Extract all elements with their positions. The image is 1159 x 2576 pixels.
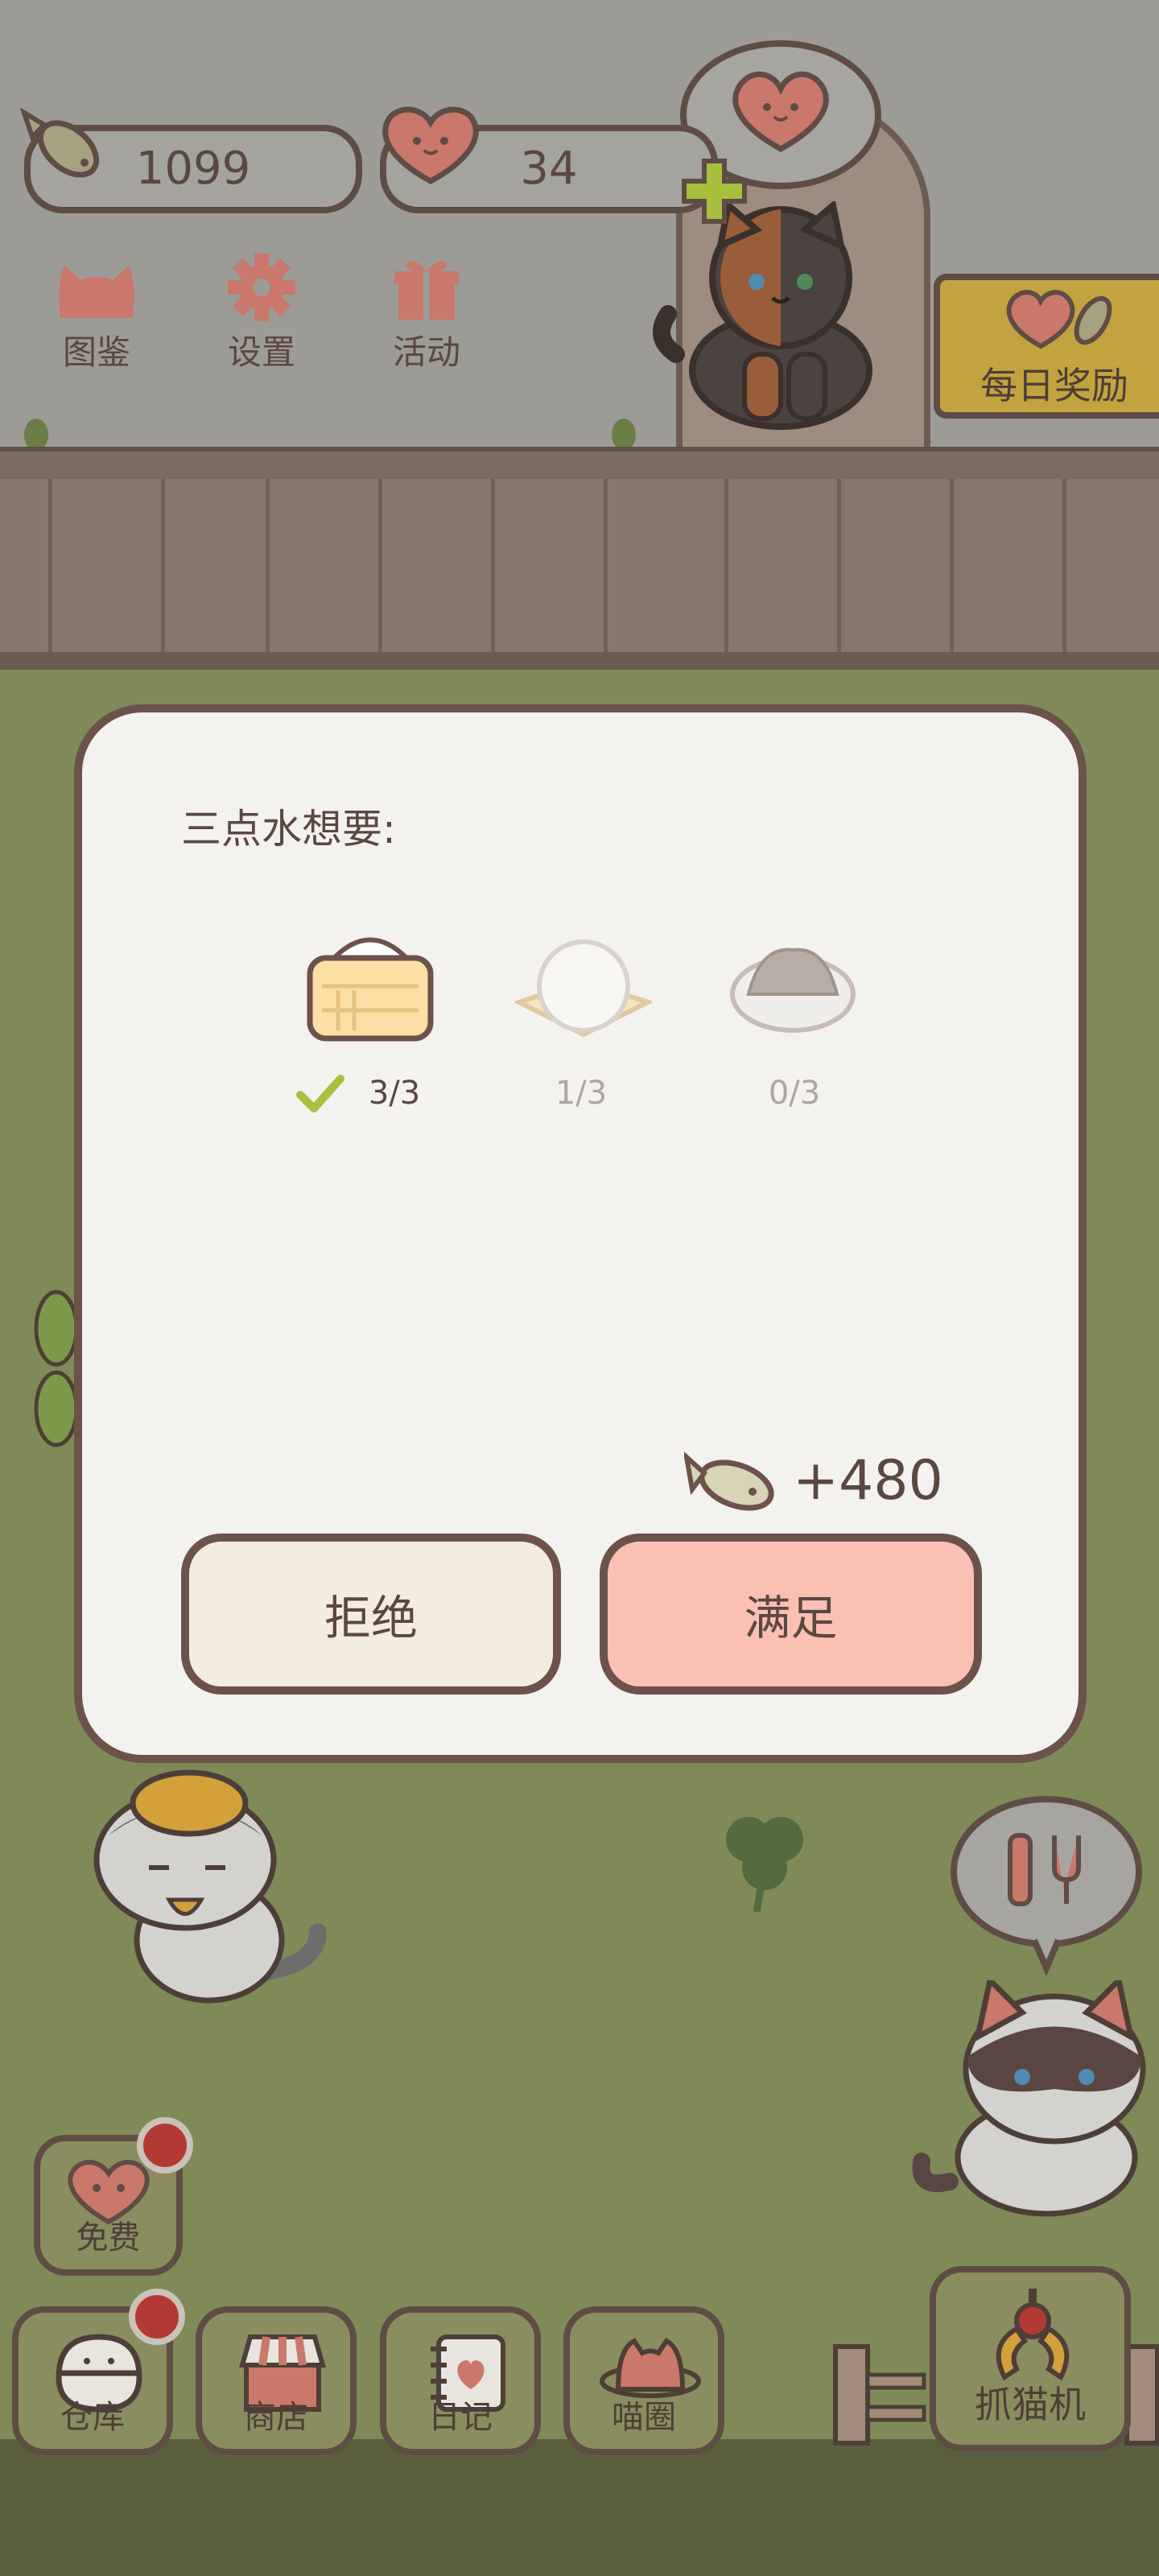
claw-machine-label: 抓猫机 — [975, 2383, 1086, 2426]
cat-book-icon — [59, 266, 134, 318]
reject-button[interactable]: 拒绝 — [181, 1534, 561, 1695]
gear-icon — [228, 254, 295, 321]
reward-amount: +480 — [793, 1449, 943, 1513]
nav-diary[interactable]: 日记 — [380, 2306, 541, 2455]
rice-cake-icon — [515, 939, 652, 1038]
daily-reward-banner[interactable]: 每日奖励 — [934, 274, 1159, 419]
steamed-bun-basket-icon — [307, 937, 434, 1042]
nav-label: 喵圈 — [612, 2399, 676, 2436]
nav-cat-circle[interactable]: 喵圈 — [563, 2306, 724, 2455]
menu-label: 活动 — [392, 332, 460, 372]
claw-machine-button[interactable]: 抓猫机 — [930, 2266, 1131, 2451]
menu-label: 设置 — [227, 332, 295, 372]
request-title: 三点水想要: — [181, 806, 396, 852]
nav-label: 商店 — [244, 2399, 308, 2436]
nav-label: 仓库 — [60, 2399, 125, 2436]
leafy-plant — [34, 1290, 79, 1447]
item-progress: 0/3 — [768, 1075, 821, 1112]
heart-face-icon — [732, 71, 829, 152]
notification-badge — [137, 2117, 193, 2174]
free-label: 免费 — [76, 2219, 141, 2256]
notification-badge — [129, 2289, 185, 2345]
grass-tuft — [24, 419, 48, 451]
gift-icon — [394, 260, 459, 320]
menu-label: 图鉴 — [62, 332, 130, 372]
heart-and-fish-icon — [1006, 290, 1112, 349]
food-thought-bubble — [951, 1796, 1142, 1976]
daily-reward-label: 每日奖励 — [980, 364, 1128, 407]
add-hearts-button[interactable] — [680, 157, 749, 225]
menu-settings[interactable]: 设置 — [205, 254, 318, 374]
fish-icon — [20, 107, 100, 178]
clover-decoration — [726, 1817, 803, 1913]
siamese-cat-sprite[interactable] — [901, 1980, 1159, 2222]
wooden-fence — [0, 479, 1159, 664]
menu-events[interactable]: 活动 — [370, 254, 483, 374]
nav-label: 日记 — [428, 2399, 493, 2436]
calico-cat-sprite[interactable] — [644, 201, 901, 435]
dirt-ground — [0, 2439, 1159, 2576]
nav-shop[interactable]: 商店 — [196, 2306, 357, 2455]
heart-face-icon — [382, 106, 479, 184]
accept-button[interactable]: 满足 — [600, 1534, 982, 1695]
fence-base — [0, 652, 1159, 670]
fish-icon — [684, 1451, 774, 1511]
item-progress: 3/3 — [368, 1075, 421, 1112]
menu-cat-book[interactable]: 图鉴 — [40, 258, 153, 374]
fried-rice-plate-icon — [730, 947, 856, 1033]
grass-tuft — [612, 419, 636, 451]
gray-cat-with-hat-sprite[interactable] — [76, 1755, 342, 2004]
item-progress: 1/3 — [555, 1075, 608, 1112]
